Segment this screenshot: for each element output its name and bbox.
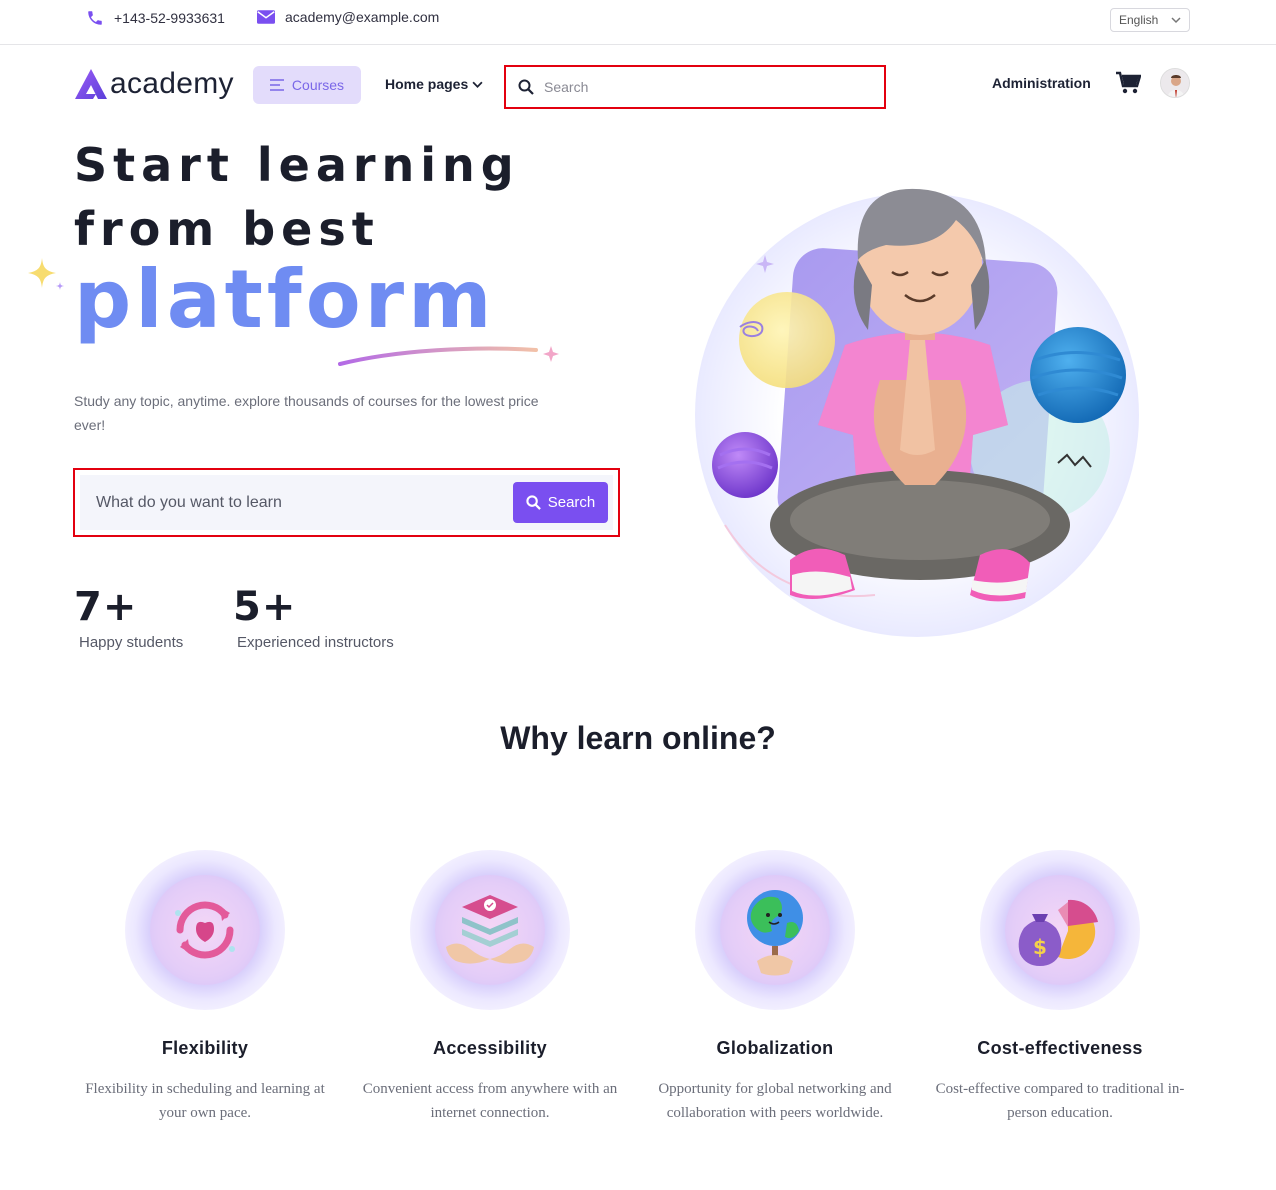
logo[interactable]: academy — [74, 67, 234, 101]
hero-subtitle: Study any topic, anytime. explore thousa… — [74, 393, 539, 433]
feature-icon-halo — [125, 850, 285, 1010]
email-address: academy@example.com — [285, 9, 440, 25]
user-avatar-image — [1161, 69, 1189, 97]
flexibility-icon — [175, 901, 235, 959]
feature-card-flexibility: Flexibility Flexibility in scheduling an… — [70, 850, 340, 1125]
phone-icon — [88, 11, 102, 25]
search-icon — [526, 495, 541, 510]
home-pages-label: Home pages — [385, 76, 469, 92]
menu-lines-icon — [269, 79, 284, 91]
courses-label: Courses — [291, 77, 345, 93]
stat-label: Happy students — [79, 634, 184, 651]
language-label: English — [1119, 13, 1159, 27]
logo-text: academy — [110, 67, 234, 100]
hero-title-line-2: from best — [74, 202, 380, 256]
hero-title-accent: platform — [74, 253, 496, 346]
main-nav: academy Courses Home pages Administratio… — [0, 45, 1276, 125]
why-learn-heading: Why learn online? — [500, 720, 776, 756]
hero-title-line-1: Start learning — [74, 138, 520, 192]
envelope-icon — [257, 10, 275, 24]
administration-link[interactable]: Administration — [992, 75, 1091, 91]
feature-title: Flexibility — [161, 1038, 249, 1058]
cart-icon — [1116, 71, 1142, 94]
sparkle-icon — [28, 258, 64, 290]
phone-number: +143-52-9933631 — [114, 10, 225, 26]
stat-instructors: 5+ Experienced instructors — [233, 584, 394, 651]
search-icon — [518, 79, 534, 95]
accessibility-icon — [446, 895, 534, 964]
home-pages-dropdown[interactable]: Home pages — [385, 76, 483, 92]
hero-search-button[interactable]: Search — [513, 482, 608, 523]
feature-description: Flexibility in scheduling and learning a… — [85, 1081, 325, 1121]
feature-description: Cost-effective compared to traditional i… — [935, 1081, 1185, 1121]
feature-icon-halo: $ — [980, 850, 1140, 1010]
logo-icon — [75, 69, 107, 99]
feature-card-globalization: Globalization Opportunity for global net… — [640, 850, 910, 1125]
money-chart-icon: $ — [1018, 899, 1098, 966]
avatar[interactable] — [1160, 68, 1190, 98]
courses-button[interactable]: Courses — [253, 66, 361, 104]
feature-description: Opportunity for global networking and co… — [658, 1081, 892, 1121]
hero-search-placeholder: What do you want to learn — [96, 493, 282, 511]
globe-icon — [747, 889, 803, 975]
nav-search-box[interactable] — [504, 65, 886, 109]
contact-phone[interactable]: +143-52-9933631 — [86, 9, 225, 27]
feature-title: Globalization — [716, 1038, 834, 1058]
hero-illustration — [695, 188, 1139, 637]
feature-card-accessibility: Accessibility Convenient access from any… — [355, 850, 625, 1125]
hero-search-button-label: Search — [547, 494, 596, 511]
top-bar: +143-52-9933631 academy@example.com Engl… — [0, 0, 1276, 45]
feature-icon-halo — [695, 850, 855, 1010]
stat-value: 5+ — [233, 584, 297, 630]
feature-title: Accessibility — [433, 1038, 547, 1058]
nav-search-input[interactable] — [544, 79, 854, 95]
hero-search-field[interactable]: What do you want to learn Search — [80, 475, 613, 530]
chevron-down-icon — [1171, 17, 1181, 24]
language-select[interactable]: English — [1110, 8, 1190, 32]
chevron-down-icon — [472, 81, 483, 88]
underline-swoosh — [338, 346, 559, 366]
hero-search-box: What do you want to learn Search — [73, 468, 620, 537]
feature-card-cost-effectiveness: $ Cost-effectiveness Cost-effective comp… — [925, 850, 1195, 1125]
stat-students: 7+ Happy students — [74, 584, 183, 651]
svg-text:$: $ — [1033, 935, 1047, 959]
feature-title: Cost-effectiveness — [977, 1038, 1143, 1058]
feature-icon-halo — [410, 850, 570, 1010]
cart-button[interactable] — [1115, 71, 1142, 100]
stat-value: 7+ — [74, 584, 138, 630]
contact-email[interactable]: academy@example.com — [257, 9, 439, 25]
feature-description: Convenient access from anywhere with an … — [362, 1081, 618, 1121]
stat-label: Experienced instructors — [237, 634, 394, 651]
